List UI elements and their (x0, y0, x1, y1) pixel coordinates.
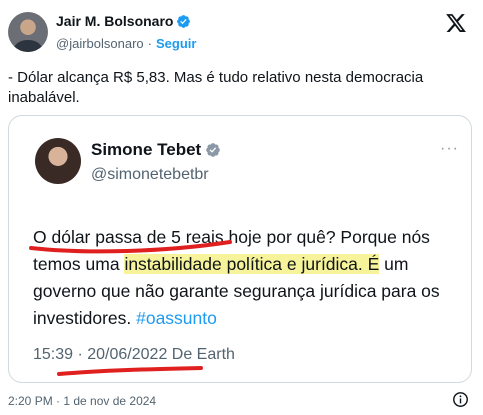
separator-dot: · (147, 36, 152, 51)
author-avatar[interactable] (8, 12, 48, 52)
x-logo-icon[interactable] (445, 12, 467, 34)
info-icon[interactable] (452, 391, 469, 408)
tweet-timestamp[interactable]: 2:20 PM · 1 de nov de 2024 (8, 394, 156, 408)
quoted-tweet-body: O dólar passa de 5 reais hoje por quê? P… (33, 224, 461, 332)
tweet-text: - Dólar alcança R$ 5,83. Mas é tudo rela… (8, 69, 424, 106)
follow-button[interactable]: Seguir (156, 36, 196, 51)
quoted-author-handle: @simonetebetbr (91, 166, 209, 183)
author-name[interactable]: Jair M. Bolsonaro (56, 13, 173, 29)
author-handle-row: @jairbolsonaro · Seguir (56, 36, 196, 51)
quoted-date: 15:39 · 20/06/2022 De Earth (33, 346, 235, 363)
verified-badge-icon (177, 14, 191, 28)
quoted-body-highlight: instabilidade política e jurídica. É (124, 254, 380, 274)
tweet-header: Jair M. Bolsonaro @jairbolsonaro · Segui… (0, 0, 483, 60)
quoted-verified-badge-icon (206, 143, 221, 157)
author-name-row: Jair M. Bolsonaro (56, 13, 191, 29)
quoted-image-card[interactable]: Simone Tebet @simonetebetbr ··· O dólar … (8, 115, 472, 383)
author-handle[interactable]: @jairbolsonaro (56, 36, 144, 51)
red-date-underline-mark (57, 366, 203, 376)
quoted-hashtag: #oassunto (136, 308, 217, 328)
more-options-icon: ··· (440, 140, 459, 157)
quoted-name-row: Simone Tebet (91, 140, 221, 160)
quoted-tweet-screenshot: Simone Tebet @simonetebetbr ··· O dólar … (25, 126, 465, 376)
quoted-author-name: Simone Tebet (91, 140, 202, 159)
quoted-author-avatar (35, 138, 81, 184)
